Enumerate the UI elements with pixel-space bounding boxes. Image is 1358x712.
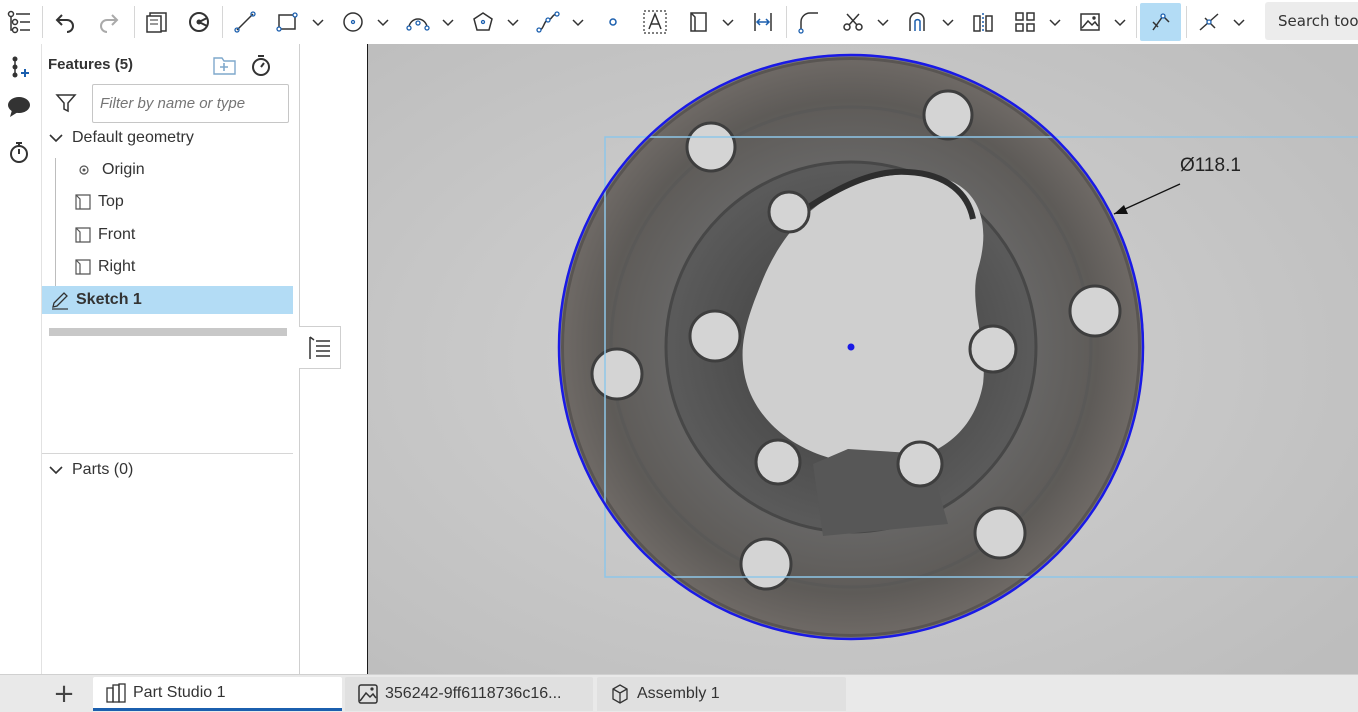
chevron-down-icon[interactable] xyxy=(871,4,895,40)
constraint-icon[interactable] xyxy=(1192,4,1226,40)
list-icon xyxy=(308,335,332,361)
default-geometry-label: Default geometry xyxy=(72,129,194,146)
plane-icon xyxy=(74,258,92,276)
line-icon[interactable] xyxy=(228,4,262,40)
redo-icon[interactable] xyxy=(92,4,126,40)
rectangle-icon[interactable] xyxy=(270,4,304,40)
dimension-label[interactable]: Ø118.1 xyxy=(1180,155,1241,177)
trim-icon[interactable] xyxy=(836,4,870,40)
mirror-icon[interactable] xyxy=(966,4,1000,40)
panel-divider xyxy=(42,453,293,454)
parts-group[interactable]: Parts (0) xyxy=(42,456,293,484)
rollback-bar[interactable] xyxy=(49,328,287,336)
plane-icon xyxy=(74,226,92,244)
image-tab-icon xyxy=(357,683,379,705)
sketch-pencil-icon xyxy=(50,290,70,310)
origin-icon xyxy=(78,164,90,176)
image-icon[interactable] xyxy=(1073,4,1107,40)
polygon-icon[interactable] xyxy=(466,4,500,40)
snap-icon[interactable] xyxy=(1140,3,1181,41)
tab-label: Assembly 1 xyxy=(637,685,720,702)
tree-item-label: Right xyxy=(98,258,136,275)
tab-assembly-1[interactable]: Assembly 1 xyxy=(597,677,846,711)
default-geometry-group[interactable]: Default geometry xyxy=(42,124,293,152)
add-folder-icon[interactable] xyxy=(212,54,238,80)
left-rail xyxy=(0,44,42,712)
chevron-down-icon[interactable] xyxy=(716,4,740,40)
undo-icon[interactable] xyxy=(48,4,82,40)
comments-icon[interactable] xyxy=(4,92,34,122)
graphics-viewport[interactable]: Ø118.1 xyxy=(368,44,1358,674)
add-tab-button[interactable]: + xyxy=(44,677,84,711)
chevron-down-icon[interactable] xyxy=(436,4,460,40)
tab-label: 356242-9ff6118736c16... xyxy=(385,685,562,702)
sketch-plane-icon[interactable] xyxy=(140,4,174,40)
tab-bar: + Part Studio 1 356242-9ff6118736c16... … xyxy=(0,674,1358,712)
chevron-down-icon[interactable] xyxy=(1108,4,1132,40)
chevron-down-icon[interactable] xyxy=(371,4,395,40)
chevron-down-icon[interactable] xyxy=(936,4,960,40)
circle-center-point[interactable] xyxy=(847,343,855,351)
chevron-down-icon[interactable] xyxy=(1043,4,1067,40)
tab-label: Part Studio 1 xyxy=(133,683,226,701)
dimension-icon[interactable] xyxy=(746,4,780,40)
tree-item-label: Origin xyxy=(102,161,145,178)
chevron-down-icon[interactable] xyxy=(306,4,330,40)
part-studio-icon xyxy=(105,682,127,704)
text-icon[interactable] xyxy=(638,4,672,40)
sketch-canvas[interactable] xyxy=(368,44,1358,674)
chevron-down-icon[interactable] xyxy=(501,4,525,40)
feature-panel: Features (5) Default geometry Origin Top… xyxy=(42,44,300,674)
tab-part-studio-1[interactable]: Part Studio 1 xyxy=(93,677,342,711)
tab-image[interactable]: 356242-9ff6118736c16... xyxy=(345,677,593,711)
filter-input[interactable] xyxy=(92,84,289,123)
pattern-icon[interactable] xyxy=(1008,4,1042,40)
chevron-down-icon[interactable] xyxy=(566,4,590,40)
tree-item-label: Top xyxy=(98,193,124,210)
features-title: Features (5) xyxy=(48,56,134,73)
point-icon[interactable] xyxy=(598,4,628,40)
parts-label: Parts (0) xyxy=(72,461,134,478)
spline-icon[interactable] xyxy=(531,4,565,40)
rollback-stopwatch-icon[interactable] xyxy=(249,53,273,81)
sketch-label: Sketch 1 xyxy=(76,291,142,308)
tree-item-top[interactable]: Top xyxy=(42,188,293,216)
arc-icon[interactable] xyxy=(401,4,435,40)
view-sketch-icon[interactable] xyxy=(182,4,216,40)
chevron-down-icon[interactable] xyxy=(48,462,64,478)
insert-feature-icon[interactable] xyxy=(4,52,34,82)
tree-item-right[interactable]: Right xyxy=(42,253,293,281)
construction-icon[interactable] xyxy=(681,4,715,40)
plane-icon xyxy=(74,193,92,211)
assembly-icon xyxy=(609,683,631,705)
circle-icon[interactable] xyxy=(336,4,370,40)
toolbar: Search tools xyxy=(0,0,1358,44)
search-tools-button[interactable]: Search tools xyxy=(1265,2,1358,40)
offset-icon[interactable] xyxy=(901,4,935,40)
tree-item-origin[interactable]: Origin xyxy=(42,156,293,184)
fillet-icon[interactable] xyxy=(792,4,826,40)
stopwatch-icon[interactable] xyxy=(4,137,34,167)
filter-icon[interactable] xyxy=(55,92,77,118)
tree-item-label: Front xyxy=(98,226,136,243)
chevron-down-icon[interactable] xyxy=(1227,4,1251,40)
tree-item-sketch-1[interactable]: Sketch 1 xyxy=(42,286,293,314)
panel-toggle-button[interactable] xyxy=(299,326,341,369)
feature-list-icon[interactable] xyxy=(2,4,36,40)
chevron-down-icon[interactable] xyxy=(48,130,64,146)
tree-item-front[interactable]: Front xyxy=(42,221,293,249)
